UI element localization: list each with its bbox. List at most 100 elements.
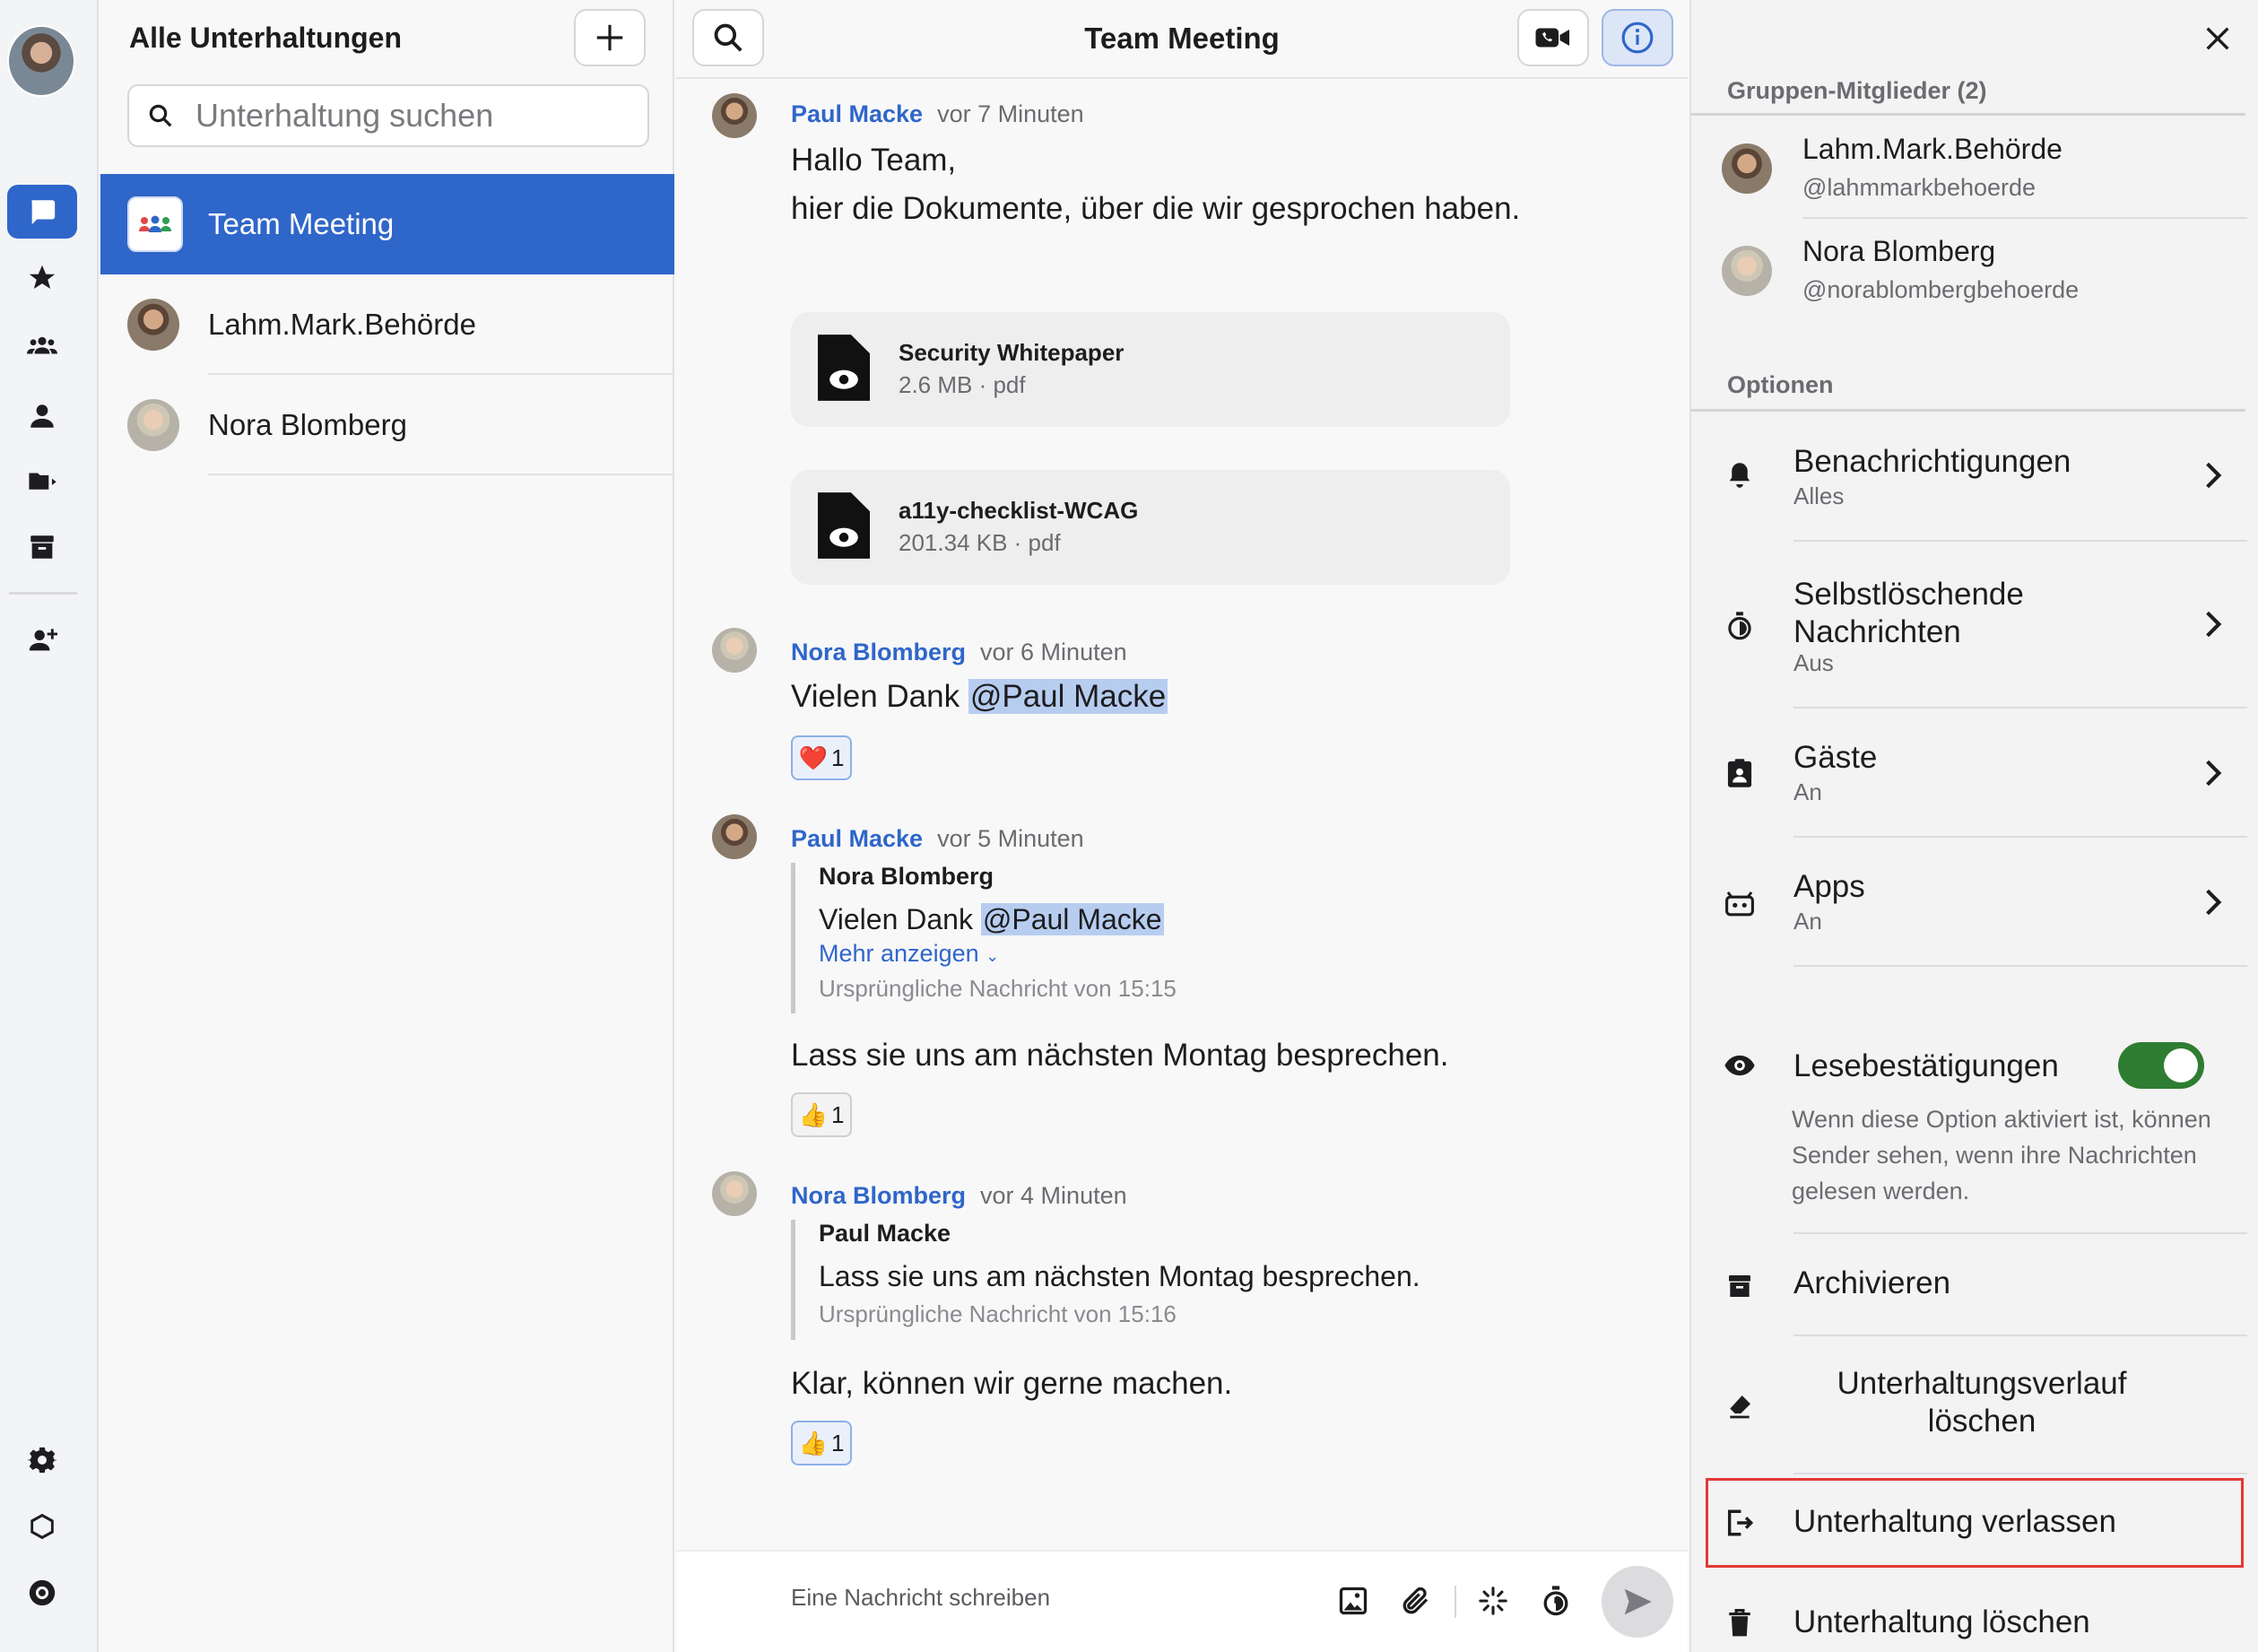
message-author[interactable]: Paul Macke vor 7 Minuten [791, 100, 1084, 128]
message-author[interactable]: Nora Blomberg vor 6 Minuten [791, 639, 1127, 666]
avatar [712, 814, 757, 859]
reaction-badge[interactable]: 👍 1 [791, 1421, 852, 1465]
file-attachment[interactable]: a11y-checklist-WCAG 201.34 KB · pdf [791, 470, 1510, 585]
option-label: Lesebestätigungen [1793, 1048, 2059, 1083]
lifebuoy-icon[interactable] [0, 1569, 84, 1616]
members-heading: Gruppen-Mitglieder (2) [1727, 77, 1987, 104]
chat-panel: Team Meeting Paul Macke vor 7 Minuten Hal… [676, 0, 1688, 1652]
chevron-right-icon [2195, 457, 2231, 493]
rail-divider [9, 592, 77, 595]
gear-icon[interactable] [0, 1437, 84, 1483]
person-icon[interactable] [0, 393, 84, 439]
hexagon-icon[interactable] [0, 1503, 84, 1550]
message-input[interactable] [791, 1584, 1311, 1612]
folder-icon[interactable] [0, 457, 84, 504]
conversation-item-nora-blomberg[interactable]: Nora Blomberg [100, 375, 674, 475]
option-label: Unterhaltung löschen [1793, 1604, 2090, 1639]
paperclip-icon [1403, 1587, 1429, 1614]
conversation-label: Lahm.Mark.Behörde [208, 308, 476, 341]
user-avatar[interactable] [7, 25, 75, 97]
archive-icon [1720, 1266, 1759, 1306]
option-label: Unterhaltungsverlauf löschen [1837, 1366, 2127, 1439]
message-author[interactable]: Paul Macke vor 5 Minuten [791, 825, 1084, 853]
attach-button[interactable] [1394, 1578, 1438, 1623]
conversation-label: Team Meeting [208, 207, 395, 240]
close-button[interactable] [2195, 16, 2240, 61]
member-item[interactable]: Nora Blomberg @norablombergbehoerde [1691, 219, 2247, 321]
mention[interactable]: @Paul Macke [968, 679, 1168, 714]
add-person-icon[interactable] [0, 617, 84, 664]
file-attachment[interactable]: Security Whitepaper 2.6 MB · pdf [791, 312, 1510, 427]
conversation-search [127, 84, 649, 147]
archive-option[interactable]: Archivieren [1691, 1234, 2247, 1336]
eye-icon [1720, 1046, 1759, 1085]
effects-button[interactable] [1471, 1578, 1515, 1623]
thumbs-up-emoji: 👍 [798, 1429, 828, 1456]
message-author[interactable]: Nora Blomberg vor 4 Minuten [791, 1182, 1127, 1210]
video-call-icon [1535, 28, 1569, 48]
reaction-badge[interactable]: ❤️ 1 [791, 735, 852, 780]
divider [1691, 113, 2245, 116]
avatar [712, 628, 757, 673]
option-label: Archivieren [1793, 1265, 1951, 1300]
guests-option[interactable]: Gäste An [1691, 709, 2247, 838]
star-icon[interactable] [0, 255, 84, 301]
option-label: Benachrichtigungen [1793, 444, 2071, 479]
message-text: hier die Dokumente, über die wir gesproc… [791, 191, 1521, 226]
new-conversation-button[interactable] [574, 9, 646, 66]
show-more-link[interactable]: Mehr anzeigen ⌄ [819, 940, 1177, 968]
message-text: Klar, können wir gerne machen. [791, 1366, 1233, 1401]
message-time: vor 6 Minuten [980, 639, 1127, 665]
message-time: vor 4 Minuten [980, 1182, 1127, 1209]
apps-option[interactable]: Apps An [1691, 838, 2247, 967]
delete-conversation-option[interactable]: Unterhaltung löschen [1691, 1591, 2247, 1652]
avatar [712, 1171, 757, 1216]
member-handle: @norablombergbehoerde [1802, 276, 2080, 303]
conversation-item-lahm-mark[interactable]: Lahm.Mark.Behörde [100, 274, 674, 375]
option-label: Gäste [1793, 740, 1878, 775]
search-icon [149, 104, 172, 127]
read-receipts-toggle[interactable] [2118, 1042, 2204, 1089]
guest-badge-icon [1720, 753, 1759, 793]
option-value: Alles [1793, 483, 1845, 509]
quoted-message[interactable]: Paul Macke Lass sie uns am nächsten Mont… [791, 1220, 1420, 1340]
chat-header: Team Meeting [676, 0, 1688, 79]
app-rail [0, 0, 99, 1652]
reaction-badge[interactable]: 👍 1 [791, 1092, 852, 1137]
search-input[interactable] [195, 97, 626, 135]
send-button[interactable] [1602, 1566, 1673, 1638]
message-composer [676, 1550, 1688, 1652]
people-icon[interactable] [0, 323, 84, 370]
self-deleting-messages-option[interactable]: Selbstlöschende Nachrichten Aus [1691, 542, 2247, 709]
info-icon [1621, 22, 1654, 54]
quoted-message[interactable]: Nora Blomberg Vielen Dank @Paul Macke Me… [791, 863, 1177, 1013]
clear-history-option[interactable]: Unterhaltungsverlauf löschen [1691, 1336, 2247, 1474]
info-button[interactable] [1602, 9, 1673, 66]
timer-icon [1720, 606, 1759, 646]
read-receipts-option: Lesebestätigungen Wenn diese Option akti… [1691, 967, 2247, 1234]
timer-button[interactable] [1533, 1578, 1578, 1623]
divider [208, 474, 674, 475]
avatar [127, 399, 179, 451]
message-text: Lass sie uns am nächsten Montag besprech… [791, 1038, 1449, 1073]
avatar [1722, 246, 1772, 296]
quote-text: Vielen Dank @Paul Macke [819, 903, 1164, 935]
options-heading: Optionen [1727, 371, 1834, 398]
highlight-box [1706, 1478, 2244, 1568]
message-text: Hallo Team, [791, 143, 957, 178]
member-item[interactable]: Lahm.Mark.Behörde @lahmmarkbehoerde [1691, 117, 2247, 219]
image-upload-button[interactable] [1331, 1578, 1376, 1623]
notifications-option[interactable]: Benachrichtigungen Alles [1691, 411, 2247, 542]
group-icon [127, 196, 183, 252]
archive-icon[interactable] [0, 524, 84, 570]
conversation-details-panel: Gruppen-Mitglieder (2) Lahm.Mark.Behörde… [1689, 0, 2258, 1652]
option-value: An [1793, 908, 1822, 935]
chevron-right-icon [2195, 606, 2231, 642]
chat-icon[interactable] [7, 185, 77, 239]
option-label: Selbstlöschende Nachrichten [1793, 577, 2024, 649]
conversation-list-title: Alle Unterhaltungen [129, 22, 403, 54]
video-call-button[interactable] [1517, 9, 1589, 66]
conversation-item-team-meeting[interactable]: Team Meeting [100, 174, 674, 274]
file-meta: 201.34 KB · pdf [899, 529, 1061, 556]
member-name: Lahm.Mark.Behörde [1802, 133, 2063, 165]
